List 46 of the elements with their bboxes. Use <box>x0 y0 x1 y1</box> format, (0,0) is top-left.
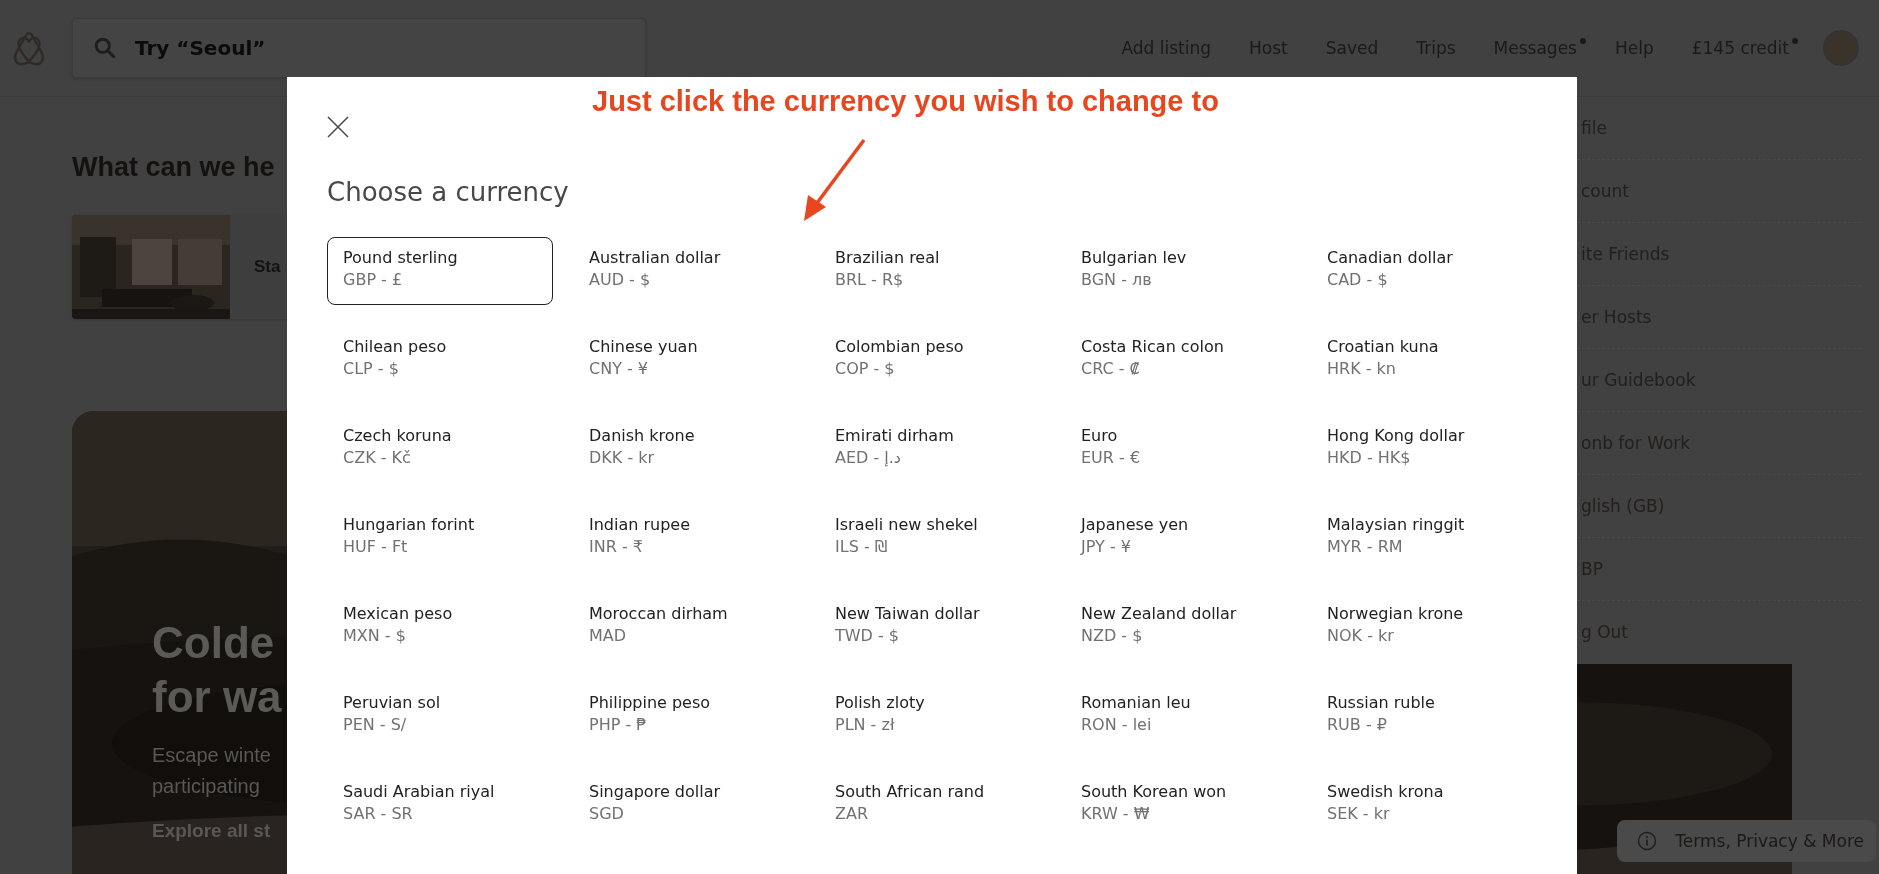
currency-option[interactable]: Costa Rican colon CRC - ₡ <box>1065 326 1291 394</box>
currency-option[interactable]: Canadian dollar CAD - $ <box>1311 237 1537 305</box>
currency-option[interactable]: Brazilian real BRL - R$ <box>819 237 1045 305</box>
hero-description: participating <box>152 774 260 799</box>
currency-option[interactable]: Philippine peso PHP - ₱ <box>573 682 799 750</box>
logo-icon[interactable] <box>12 30 46 66</box>
currency-option[interactable]: Singapore dollar SGD <box>573 771 799 839</box>
currency-option[interactable]: Czech koruna CZK - Kč <box>327 415 553 483</box>
hero-title: Colde <box>152 617 275 669</box>
currency-option[interactable]: New Zealand dollar NZD - $ <box>1065 593 1291 661</box>
close-button[interactable] <box>327 116 349 138</box>
currency-option[interactable]: Indian rupee INR - ₹ <box>573 504 799 572</box>
currency-option[interactable]: Moroccan dirham MAD <box>573 593 799 661</box>
dialog-title: Choose a currency <box>327 176 570 208</box>
currency-option[interactable]: Romanian leu RON - lei <box>1065 682 1291 750</box>
currency-option[interactable]: Hong Kong dollar HKD - HK$ <box>1311 415 1537 483</box>
currency-option[interactable]: Hungarian forint HUF - Ft <box>327 504 553 572</box>
currency-option[interactable]: Saudi Arabian riyal SAR - SR <box>327 771 553 839</box>
hero-description: Escape winte <box>152 743 271 768</box>
currency-option[interactable]: Polish zloty PLN - zł <box>819 682 1045 750</box>
search-field[interactable]: Try “Seoul” <box>72 18 646 78</box>
search-icon <box>94 37 116 59</box>
currency-option[interactable]: Pound sterling GBP - £ <box>327 237 553 305</box>
currency-option[interactable]: Danish krone DKK - kr <box>573 415 799 483</box>
currency-option[interactable]: Russian ruble RUB - ₽ <box>1311 682 1537 750</box>
currency-option[interactable]: Japanese yen JPY - ¥ <box>1065 504 1291 572</box>
currency-option[interactable]: Chinese yuan CNY - ¥ <box>573 326 799 394</box>
currency-option[interactable]: Norwegian krone NOK - kr <box>1311 593 1537 661</box>
currency-option[interactable]: Mexican peso MXN - $ <box>327 593 553 661</box>
currency-option[interactable]: New Taiwan dollar TWD - $ <box>819 593 1045 661</box>
currency-option[interactable]: Peruvian sol PEN - S/ <box>327 682 553 750</box>
currency-option[interactable]: Euro EUR - € <box>1065 415 1291 483</box>
currency-option[interactable]: Croatian kuna HRK - kn <box>1311 326 1537 394</box>
close-icon <box>327 116 349 138</box>
currency-option[interactable]: Israeli new shekel ILS - ₪ <box>819 504 1045 572</box>
info-icon <box>1637 831 1658 851</box>
hero-title: for wa <box>152 671 282 723</box>
currency-option[interactable]: South Korean won KRW - ₩ <box>1065 771 1291 839</box>
currency-option[interactable]: Swedish krona SEK - kr <box>1311 771 1537 839</box>
annotation-text: Just click the currency you wish to change to <box>592 85 1219 118</box>
currency-option[interactable]: Bulgarian lev BGN - лв <box>1065 237 1291 305</box>
currency-option[interactable]: Colombian peso COP - $ <box>819 326 1045 394</box>
currency-option[interactable]: Chilean peso CLP - $ <box>327 326 553 394</box>
currency-option[interactable]: Australian dollar AUD - $ <box>573 237 799 305</box>
currency-option[interactable]: Malaysian ringgit MYR - RM <box>1311 504 1537 572</box>
currency-option[interactable]: South African rand ZAR <box>819 771 1045 839</box>
